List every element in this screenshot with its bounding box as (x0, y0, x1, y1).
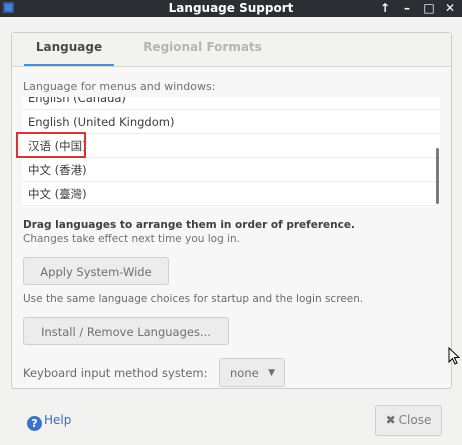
close-button[interactable]: ✖ Close (375, 405, 442, 436)
notebook: Language Regional Formats Language for m… (11, 32, 452, 389)
language-item-chinese-hongkong[interactable]: 中文 (香港) (22, 158, 440, 182)
help-icon: ? (27, 416, 42, 431)
window-title: Language Support (168, 1, 294, 15)
mouse-pointer-icon (448, 347, 460, 365)
keyboard-input-method-select[interactable]: none ▼ (219, 358, 285, 387)
tab-regional-formats[interactable]: Regional Formats (130, 33, 275, 64)
minimize-button[interactable]: – (400, 0, 414, 17)
keyboard-input-method-label: Keyboard input method system: (23, 366, 208, 380)
close-label: Close (398, 413, 432, 427)
keep-above-button[interactable]: ↑ (378, 0, 392, 17)
close-icon: ✖ (385, 413, 396, 427)
language-item-chinese-taiwan[interactable]: 中文 (臺灣) (22, 182, 440, 206)
drag-instructions-subtitle: Changes take effect next time you log in… (23, 233, 240, 245)
language-list-scrollbar[interactable] (436, 148, 439, 204)
language-item-english-canada[interactable]: English (Canada) (22, 97, 440, 110)
apply-system-wide-note: Use the same language choices for startu… (23, 293, 364, 305)
tab-bar: Language Regional Formats (12, 33, 451, 67)
title-bar: Language Support ↑ – □ ✕ (0, 0, 462, 17)
language-item-english-uk[interactable]: English (United Kingdom) (22, 110, 440, 134)
menus-language-label: Language for menus and windows: (23, 80, 216, 93)
apply-system-wide-button[interactable]: Apply System-Wide (23, 257, 169, 285)
keyboard-input-method-value: none (230, 366, 259, 380)
tab-language[interactable]: Language (24, 33, 114, 66)
install-remove-languages-button[interactable]: Install / Remove Languages... (23, 317, 229, 345)
maximize-button[interactable]: □ (422, 0, 436, 17)
close-window-button[interactable]: ✕ (443, 0, 457, 17)
drag-instructions-title: Drag languages to arrange them in order … (23, 219, 355, 231)
caret-down-icon: ▼ (268, 368, 275, 378)
help-button[interactable]: ? Help (27, 411, 72, 431)
help-label: Help (44, 413, 72, 427)
selection-highlight-box (16, 132, 86, 158)
